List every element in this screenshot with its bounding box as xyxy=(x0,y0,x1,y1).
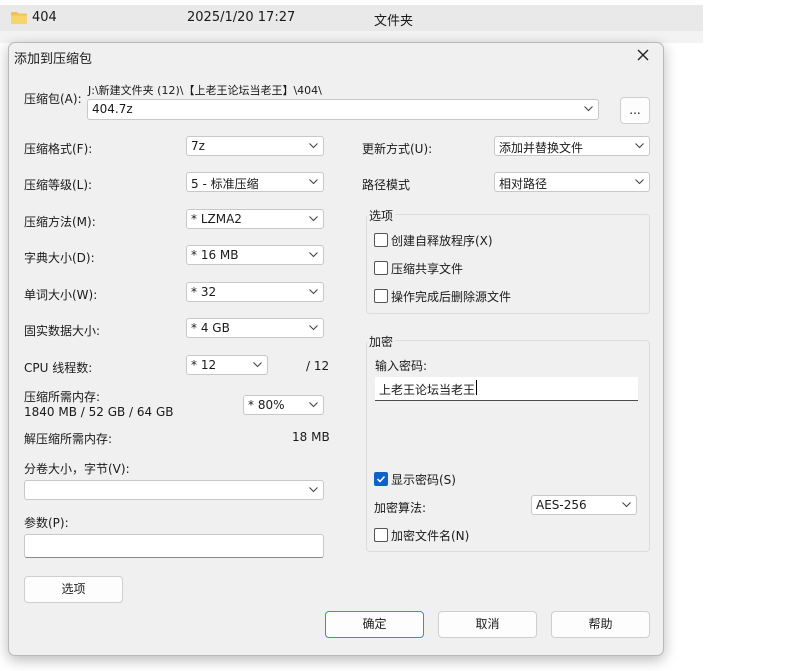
params-label: 参数(P): xyxy=(24,516,69,530)
method-select[interactable]: * LZMA2 xyxy=(186,209,324,229)
password-value: 上老王论坛当老王 xyxy=(379,383,476,397)
ok-button[interactable]: 确定 xyxy=(325,611,424,638)
path-mode-select[interactable]: 相对路径 xyxy=(494,172,650,192)
file-type: 文件夹 xyxy=(374,14,414,29)
params-input[interactable] xyxy=(24,534,324,558)
shared-files-checkbox[interactable]: 压缩共享文件 xyxy=(374,260,524,276)
encryption-group-title: 加密 xyxy=(367,333,396,350)
update-value: 添加并替换文件 xyxy=(499,141,584,155)
dict-value: * 16 MB xyxy=(191,248,239,262)
update-label: 更新方式(U): xyxy=(362,142,433,156)
browse-button[interactable]: ... xyxy=(620,97,650,124)
chevron-down-icon xyxy=(309,487,318,493)
level-label: 压缩等级(L): xyxy=(24,178,93,192)
decompress-memory-value: 18 MB xyxy=(292,430,330,444)
help-button[interactable]: 帮助 xyxy=(551,611,650,638)
close-icon[interactable] xyxy=(633,45,653,65)
memory-label: 压缩所需内存: xyxy=(24,390,101,404)
options-group-title: 选项 xyxy=(367,207,396,224)
options-button[interactable]: 选项 xyxy=(24,576,123,603)
shared-files-label: 压缩共享文件 xyxy=(391,262,464,276)
solid-select[interactable]: * 4 GB xyxy=(186,318,324,338)
enter-password-label: 输入密码: xyxy=(375,359,428,373)
method-value: * LZMA2 xyxy=(191,212,242,226)
file-modified: 2025/1/20 17:27 xyxy=(187,10,296,25)
checkbox-box xyxy=(374,472,388,486)
checkbox-box xyxy=(374,261,388,275)
file-list-row[interactable]: 404 2025/1/20 17:27 文件夹 xyxy=(0,5,703,31)
path-mode-value: 相对路径 xyxy=(499,177,548,191)
chevron-down-icon xyxy=(309,289,318,295)
solid-value: * 4 GB xyxy=(191,321,230,335)
checkbox-box xyxy=(374,528,388,542)
chevron-down-icon xyxy=(309,179,318,185)
chevron-down-icon xyxy=(635,179,644,185)
dict-select[interactable]: * 16 MB xyxy=(186,245,324,265)
encryption-method-value: AES-256 xyxy=(536,498,587,512)
cancel-button[interactable]: 取消 xyxy=(438,611,537,638)
show-password-checkbox[interactable]: 显示密码(S) xyxy=(374,471,484,487)
split-label: 分卷大小，字节(V): xyxy=(24,462,130,476)
memory-detail: 1840 MB / 52 GB / 64 GB xyxy=(24,405,174,419)
archive-label: 压缩包(A): xyxy=(24,92,82,106)
delete-after-label: 操作完成后删除源文件 xyxy=(391,290,512,304)
update-select[interactable]: 添加并替换文件 xyxy=(494,136,650,156)
archive-name-value: 404.7z xyxy=(92,102,133,116)
encryption-method-select[interactable]: AES-256 xyxy=(531,495,637,515)
chevron-down-icon xyxy=(309,252,318,258)
show-password-label: 显示密码(S) xyxy=(391,473,456,487)
checkbox-box xyxy=(374,289,388,303)
chevron-down-icon xyxy=(253,362,262,368)
chevron-down-icon xyxy=(309,216,318,222)
decompress-memory-label: 解压缩所需内存: xyxy=(24,432,113,446)
memory-value: * 80% xyxy=(248,398,285,412)
archive-name-combo[interactable]: 404.7z xyxy=(87,99,599,120)
level-select[interactable]: 5 - 标准压缩 xyxy=(186,172,324,192)
path-mode-label: 路径模式 xyxy=(362,178,411,192)
threads-value: * 12 xyxy=(191,358,217,372)
word-select[interactable]: * 32 xyxy=(186,282,324,302)
threads-max: / 12 xyxy=(306,359,330,373)
add-to-archive-dialog: 添加到压缩包 压缩包(A): J:\新建文件夹 (12)\【上老王论坛当老王】\… xyxy=(8,42,664,656)
chevron-down-icon xyxy=(584,106,593,112)
encrypt-names-checkbox[interactable]: 加密文件名(N) xyxy=(374,527,484,543)
checkbox-box xyxy=(374,233,388,247)
split-select[interactable] xyxy=(24,480,324,500)
title-bar: 添加到压缩包 xyxy=(9,43,663,69)
folder-icon xyxy=(11,12,27,24)
dict-label: 字典大小(D): xyxy=(24,251,95,265)
encrypt-names-label: 加密文件名(N) xyxy=(391,529,470,543)
dialog-title: 添加到压缩包 xyxy=(14,52,93,67)
chevron-down-icon xyxy=(622,502,631,508)
chevron-down-icon xyxy=(309,325,318,331)
word-label: 单词大小(W): xyxy=(24,288,98,302)
chevron-down-icon xyxy=(635,143,644,149)
format-label: 压缩格式(F): xyxy=(24,142,93,156)
check-icon xyxy=(376,475,386,483)
chevron-down-icon xyxy=(309,143,318,149)
sfx-label: 创建自释放程序(X) xyxy=(391,234,493,248)
archive-path: J:\新建文件夹 (12)\【上老王论坛当老王】\404\ xyxy=(88,84,322,97)
memory-select[interactable]: * 80% xyxy=(243,395,324,415)
solid-label: 固实数据大小: xyxy=(24,324,101,338)
method-label: 压缩方法(M): xyxy=(24,215,96,229)
format-value: 7z xyxy=(191,139,205,153)
word-value: * 32 xyxy=(191,285,217,299)
encryption-method-label: 加密算法: xyxy=(374,501,427,515)
text-caret xyxy=(476,380,477,395)
file-name: 404 xyxy=(32,10,57,25)
sfx-checkbox[interactable]: 创建自释放程序(X) xyxy=(374,232,524,248)
password-input[interactable]: 上老王论坛当老王 xyxy=(375,377,638,401)
level-value: 5 - 标准压缩 xyxy=(191,177,259,191)
chevron-down-icon xyxy=(309,402,318,408)
format-select[interactable]: 7z xyxy=(186,136,324,156)
delete-after-checkbox[interactable]: 操作完成后删除源文件 xyxy=(374,288,544,304)
threads-select[interactable]: * 12 xyxy=(186,355,268,375)
threads-label: CPU 线程数: xyxy=(24,361,93,375)
